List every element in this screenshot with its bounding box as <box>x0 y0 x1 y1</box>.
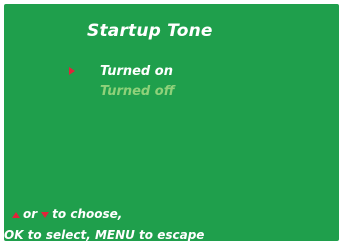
help-line-select: OK to select, MENU to escape <box>4 228 205 242</box>
up-arrow-icon <box>12 211 20 218</box>
option-list: Turned on Turned off <box>63 64 263 104</box>
option-turned-on[interactable]: Turned on <box>63 64 263 84</box>
option-label: Turned on <box>100 64 173 79</box>
selection-cursor-icon <box>69 67 75 75</box>
help-line-navigate: or to choose, <box>6 207 341 221</box>
menu-title: Startup Tone <box>87 21 213 41</box>
option-label: Turned off <box>100 84 175 99</box>
osd-menu-screen: Startup Tone Turned on Turned off or to c… <box>4 4 341 242</box>
help-or-text: or <box>23 207 38 221</box>
help-choose-text: to choose, <box>52 207 123 221</box>
down-arrow-icon <box>41 211 50 218</box>
option-turned-off[interactable]: Turned off <box>63 84 263 104</box>
